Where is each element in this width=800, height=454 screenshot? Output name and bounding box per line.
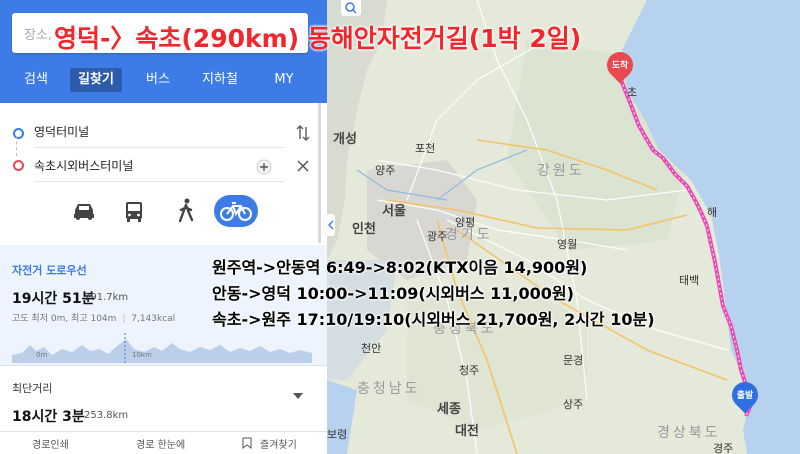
bus-icon (126, 202, 142, 222)
elevation-divider: | (122, 314, 126, 324)
alt-duration: 18시간 3분 (12, 409, 85, 425)
map-label-gyeongju: 경주 (713, 442, 734, 454)
map-label-cho: 초 (627, 86, 638, 99)
depart-badge: 출발 (736, 391, 754, 401)
alt-distance: 253.8km (84, 410, 129, 421)
map-label-pocheon: 포천 (415, 142, 436, 155)
chevron-left-icon (328, 220, 334, 230)
search-icon (345, 2, 357, 14)
map-label-yangju: 양주 (375, 164, 396, 177)
bookmark-icon[interactable] (242, 437, 252, 449)
route-overview-button[interactable]: 경로 한눈에 (136, 436, 185, 451)
map-label-hae: 해 (707, 206, 718, 219)
overlay-line-2: 안동->영덕 10:00->11:09(시외버스 11,000원) (212, 284, 574, 303)
mode-walk[interactable] (168, 195, 204, 227)
destination-dot-icon (13, 160, 24, 171)
panel-footer: 경로인쇄 경로 한눈에 즐겨찾기 (0, 431, 327, 454)
map-label-taebaek: 태백 (679, 274, 700, 287)
favorite-button[interactable]: 즐겨찾기 (260, 436, 297, 451)
map-label-sejong: 세종 (437, 402, 461, 417)
directions-panel: 장소, 버스 검색 길찾기 버스 지하철 MY 영덕터미널 속초시외버스터미널 (0, 0, 327, 454)
walk-icon (178, 198, 194, 223)
destination-field[interactable]: 속초시외버스터미널 (34, 151, 284, 182)
bicycle-icon (220, 202, 252, 221)
elevation-chart (12, 333, 312, 363)
swap-icon[interactable] (296, 125, 310, 141)
origin-field[interactable]: 영덕터미널 (34, 117, 284, 148)
chart-start-label: 0m (36, 351, 48, 359)
tab-my[interactable]: MY (266, 68, 302, 92)
result-elevation: 고도 최저 0m, 최고 104m | 7,143kcal (12, 311, 175, 324)
calories: 7,143kcal (131, 314, 176, 324)
result-type-label: 자전거 도로우선 (12, 264, 87, 277)
map-label-gyeonggi: 경기도 (445, 227, 493, 243)
car-icon (74, 204, 94, 220)
tab-directions[interactable]: 길찾기 (70, 68, 122, 92)
arrive-badge: 도착 (611, 61, 629, 71)
map-label-seoul: 서울 (382, 204, 406, 219)
close-icon[interactable] (297, 160, 309, 172)
overlay-line-3: 속초->원주 17:10/19:10(시외버스 21,700원, 2시간 10분… (212, 310, 655, 329)
route-result-shortest[interactable]: 최단거리 18시간 3분 253.8km (0, 365, 327, 432)
nav-tabs: 검색 길찾기 버스 지하철 MY (0, 62, 327, 98)
map-label-sangju: 상주 (563, 398, 584, 411)
collapse-panel-button[interactable] (327, 214, 335, 236)
map-label-mungyeong: 문경 (563, 354, 584, 367)
add-waypoint-icon[interactable] (256, 159, 272, 175)
map-label-yeongwol: 영월 (557, 238, 578, 251)
chart-end-label: 10km (132, 351, 152, 359)
map-label-incheon: 인천 (352, 222, 376, 237)
map-label-gaeseong: 개성 (333, 132, 357, 147)
map-label-boryeong: 보령 (327, 428, 348, 441)
map-label-cheongju: 청주 (459, 364, 480, 377)
chevron-down-icon[interactable] (292, 392, 304, 400)
map-label-gyeongsangbuk: 경상북도 (657, 425, 721, 441)
map-view[interactable]: 개성 서울 인천 포천 양주 양평 광주 강원도 경기도 영월 태백 충청북도 … (327, 0, 800, 454)
origin-dot-icon (13, 128, 24, 139)
map-label-gangwon: 강원도 (537, 163, 585, 179)
map-label-chungcheongnam: 충청남도 (357, 381, 421, 397)
tab-subway[interactable]: 지하철 (194, 68, 246, 92)
mode-bus[interactable] (116, 195, 152, 227)
transport-modes (0, 193, 327, 231)
map-control[interactable] (341, 0, 361, 16)
overlay-line-1: 원주역->안동역 6:49->8:02(KTX이음 14,900원) (212, 258, 588, 277)
mode-car[interactable] (66, 195, 102, 227)
map-label-daejeon: 대전 (455, 424, 479, 439)
alt-type-label: 최단거리 (12, 382, 53, 395)
tab-bus[interactable]: 버스 (138, 68, 178, 92)
tab-search[interactable]: 검색 (14, 68, 58, 92)
mode-bicycle[interactable] (214, 195, 258, 227)
elevation-range: 고도 최저 0m, 최고 104m (12, 314, 117, 324)
overlay-title: 영덕-〉속초(290km) 동해안자전거길(1박 2일) (54, 24, 582, 53)
result-duration: 19시간 51분 (12, 291, 95, 307)
route-connector (16, 136, 18, 156)
result-distance: 291.7km (84, 292, 129, 303)
print-route-button[interactable]: 경로인쇄 (32, 436, 69, 451)
map-label-cheonan: 천안 (361, 342, 382, 355)
